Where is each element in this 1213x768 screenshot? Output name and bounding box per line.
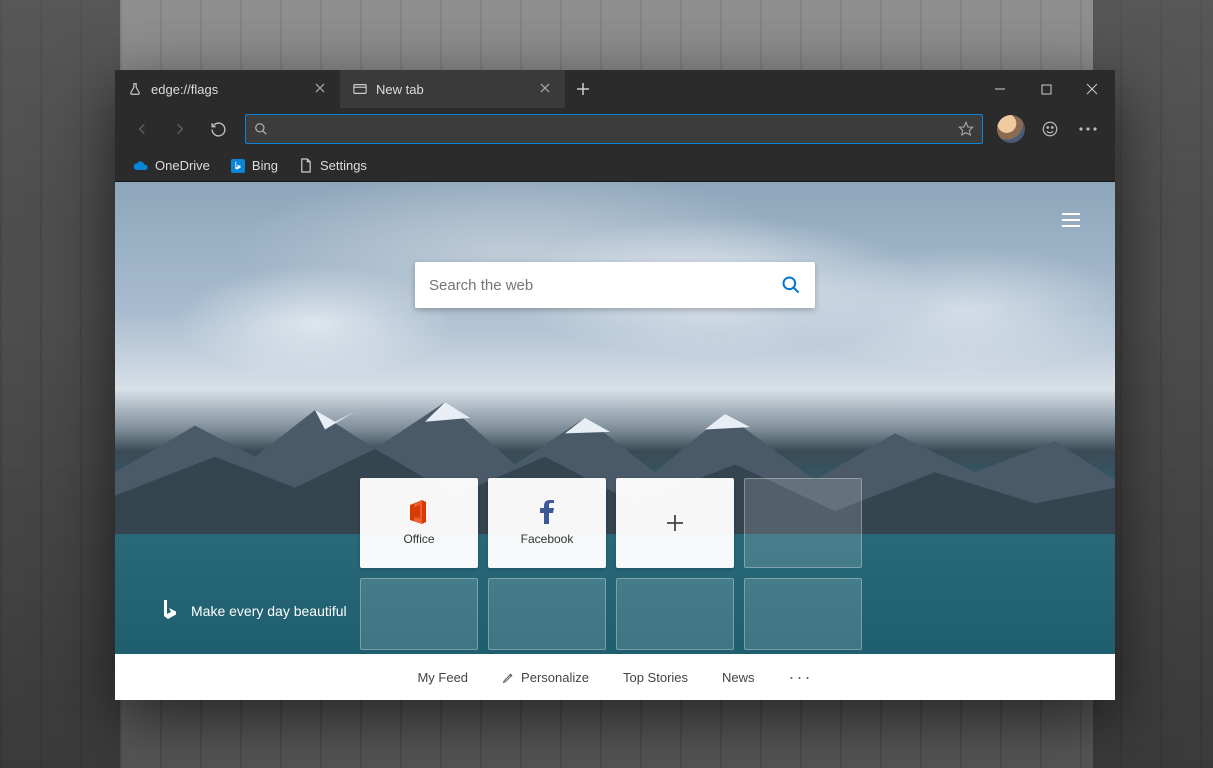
feed-label: Top Stories <box>623 670 688 685</box>
tile-label: Office <box>403 532 434 546</box>
tile-placeholder[interactable] <box>360 578 478 650</box>
settings-more-icon[interactable] <box>1071 112 1105 146</box>
feedback-icon[interactable] <box>1033 112 1067 146</box>
pencil-icon <box>502 671 515 684</box>
minimize-button[interactable] <box>977 70 1023 108</box>
newtab-content: Office Facebook <box>115 182 1115 700</box>
tile-placeholder[interactable] <box>744 478 862 568</box>
feed-more-button[interactable]: ··· <box>789 667 813 688</box>
new-tab-button[interactable] <box>565 70 601 108</box>
refresh-button[interactable] <box>201 112 235 146</box>
back-button[interactable] <box>125 112 159 146</box>
facebook-icon <box>535 500 559 524</box>
tile-placeholder[interactable] <box>744 578 862 650</box>
page-menu-button[interactable] <box>1055 204 1087 236</box>
browser-window: edge://flags New tab <box>115 70 1115 700</box>
tile-placeholder[interactable] <box>616 578 734 650</box>
favorite-settings[interactable]: Settings <box>290 154 375 178</box>
flask-icon <box>127 81 143 97</box>
forward-button[interactable] <box>163 112 197 146</box>
tagline-text: Make every day beautiful <box>191 603 347 619</box>
feed-label: My Feed <box>417 670 468 685</box>
feed-news[interactable]: News <box>722 670 755 685</box>
feed-topstories[interactable]: Top Stories <box>623 670 688 685</box>
web-search-box[interactable] <box>415 262 815 308</box>
favorite-label: Settings <box>320 158 367 173</box>
tab-close-button[interactable] <box>539 82 553 96</box>
address-bar[interactable] <box>245 114 983 144</box>
office-icon <box>407 500 431 524</box>
tab-close-button[interactable] <box>314 82 328 96</box>
bing-icon <box>230 158 246 174</box>
feed-personalize[interactable]: Personalize <box>502 670 589 685</box>
maximize-button[interactable] <box>1023 70 1069 108</box>
tile-office[interactable]: Office <box>360 478 478 568</box>
search-icon <box>254 122 268 136</box>
bing-tagline: Make every day beautiful <box>161 600 347 622</box>
bing-logo-icon <box>161 600 179 622</box>
newtab-icon <box>352 81 368 97</box>
favorite-label: Bing <box>252 158 278 173</box>
feed-label: Personalize <box>521 670 589 685</box>
web-search-input[interactable] <box>429 277 781 294</box>
quick-links-tiles: Office Facebook <box>360 478 870 568</box>
profile-avatar[interactable] <box>997 115 1025 143</box>
favorite-label: OneDrive <box>155 158 210 173</box>
tab-title: edge://flags <box>151 82 306 97</box>
tab-strip: edge://flags New tab <box>115 70 1115 108</box>
favorites-bar: OneDrive Bing Settings <box>115 150 1115 182</box>
quick-links-row2 <box>360 578 870 650</box>
search-icon[interactable] <box>781 275 801 295</box>
tile-facebook[interactable]: Facebook <box>488 478 606 568</box>
tab-flags[interactable]: edge://flags <box>115 70 340 108</box>
feed-myfeed[interactable]: My Feed <box>417 670 468 685</box>
favorite-star-icon[interactable] <box>958 121 974 137</box>
tile-add[interactable] <box>616 478 734 568</box>
favorite-bing[interactable]: Bing <box>222 154 286 178</box>
favorite-onedrive[interactable]: OneDrive <box>125 154 218 178</box>
page-icon <box>298 158 314 174</box>
tile-label: Facebook <box>521 532 574 546</box>
cloud-icon <box>133 158 149 174</box>
feed-bar: My Feed Personalize Top Stories News ··· <box>115 654 1115 700</box>
tile-placeholder[interactable] <box>488 578 606 650</box>
plus-icon <box>663 511 687 535</box>
address-input[interactable] <box>276 121 958 137</box>
feed-label: News <box>722 670 755 685</box>
window-close-button[interactable] <box>1069 70 1115 108</box>
window-controls <box>977 70 1115 108</box>
tab-newtab[interactable]: New tab <box>340 70 565 108</box>
nav-bar <box>115 108 1115 150</box>
tab-title: New tab <box>376 82 531 97</box>
